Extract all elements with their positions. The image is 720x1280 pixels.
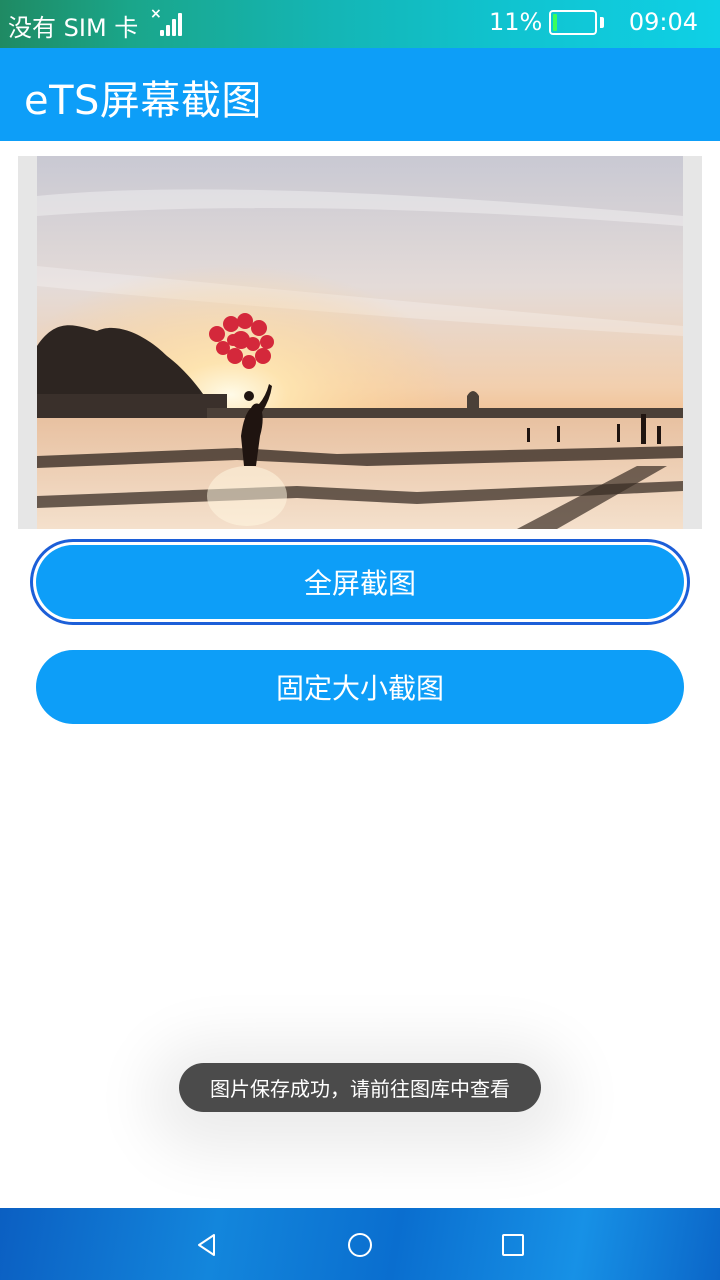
- back-triangle-icon[interactable]: [192, 1230, 222, 1260]
- battery-percent: 11%: [489, 8, 543, 36]
- carrier-label: 没有 SIM 卡: [8, 14, 139, 42]
- status-bar: 没有 SIM 卡 × 11% 09:04: [0, 0, 720, 48]
- battery-tip: [600, 17, 604, 28]
- recent-square-icon[interactable]: [498, 1230, 528, 1260]
- page-title: eTS屏幕截图: [24, 78, 262, 124]
- image-frame: [18, 156, 702, 529]
- battery-icon: [549, 10, 597, 35]
- fixed-size-screenshot-button[interactable]: 固定大小截图: [36, 650, 684, 724]
- app-bar: eTS屏幕截图: [0, 48, 720, 141]
- no-sim-signal-icon: ×: [150, 6, 186, 36]
- navigation-bar: [0, 1208, 720, 1280]
- toast-message: 图片保存成功，请前往图库中查看: [179, 1063, 541, 1112]
- clock: 09:04: [628, 8, 698, 36]
- sunset-balloons-photo: [37, 156, 683, 529]
- fullscreen-screenshot-button[interactable]: 全屏截图: [36, 545, 684, 619]
- home-circle-icon[interactable]: [345, 1230, 375, 1260]
